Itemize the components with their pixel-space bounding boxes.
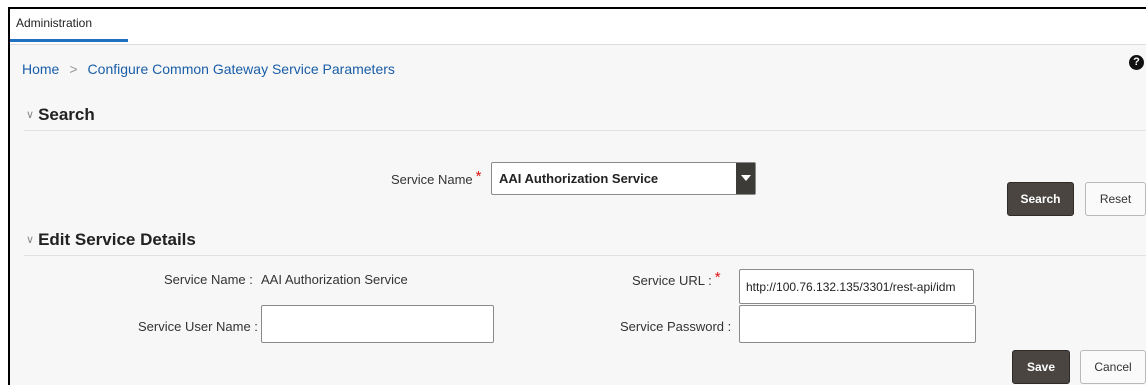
breadcrumb-home[interactable]: Home [22,61,59,77]
search-divider [24,130,1146,131]
search-button[interactable]: Search [1007,182,1074,216]
service-name-label-text: Service Name [391,172,473,187]
top-strip [0,0,1146,7]
search-section-header[interactable]: ∨ Search [26,105,95,125]
edit-divider [24,255,1146,256]
reset-button[interactable]: Reset [1085,182,1146,216]
required-marker: * [475,168,482,185]
chevron-down-icon: ∨ [26,109,35,121]
service-name-label: Service Name * [391,168,482,188]
service-password-field[interactable] [739,305,976,343]
edit-section-title: Edit Service Details [38,230,196,249]
edit-section-header[interactable]: ∨ Edit Service Details [26,230,196,250]
breadcrumb-current[interactable]: Configure Common Gateway Service Paramet… [88,61,395,77]
service-name-select[interactable]: AAI Authorization Service [491,162,756,195]
tab-bar: Administration [10,9,1146,45]
save-button[interactable]: Save [1012,350,1070,384]
service-user-name-field[interactable] [261,305,494,343]
chevron-down-icon: ∨ [26,234,35,246]
service-url-label-text: Service URL : [632,273,712,288]
search-section-title: Search [38,105,95,124]
application-frame: Administration Home > Configure Common Gat… [8,7,1146,385]
cancel-button[interactable]: Cancel [1080,350,1146,384]
breadcrumb: Home > Configure Common Gateway Service Pa… [22,61,395,77]
service-url-field[interactable]: http://100.76.132.135/3301/rest-api/idm [739,269,974,304]
service-name-selected-value: AAI Authorization Service [499,171,659,186]
service-user-name-label: Service User Name : [138,319,258,334]
service-url-label: Service URL : * [632,269,721,289]
help-icon[interactable]: ? [1129,55,1144,70]
required-marker: * [714,269,721,286]
edit-service-name-label: Service Name : [164,272,253,287]
breadcrumb-separator: > [69,61,78,77]
edit-service-name-value: AAI Authorization Service [261,272,408,287]
tab-administration[interactable]: Administration [10,9,128,42]
dropdown-arrow-icon[interactable] [736,163,755,194]
service-password-label: Service Password : [620,319,732,334]
